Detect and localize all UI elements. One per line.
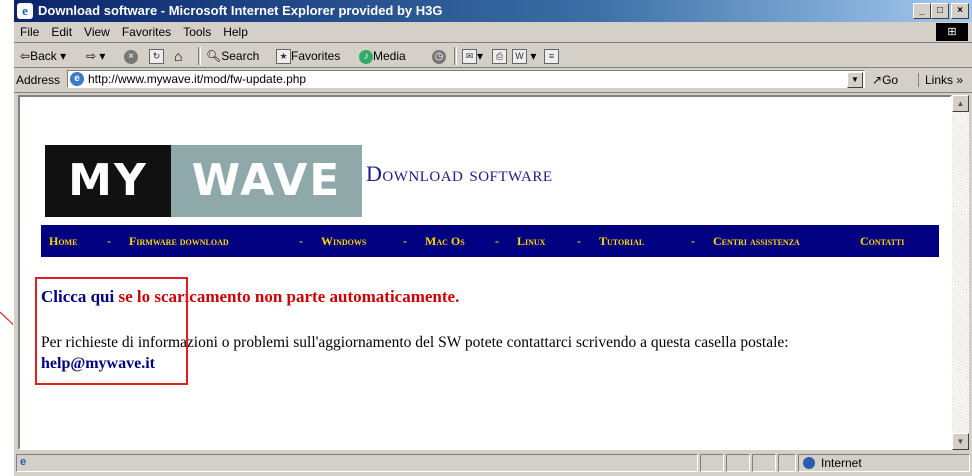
favorites-icon: ★ [276,49,291,65]
minimize-button[interactable]: _ [913,3,931,19]
links-button[interactable]: Links » [918,73,963,87]
scroll-down-icon[interactable]: ▼ [952,433,969,450]
media-button[interactable]: ♪ Media [359,47,406,65]
back-arrow-icon: ⇦ [20,49,31,63]
page-content: MY WAVE Download software Home - Firmwar… [18,95,952,450]
status-cell [778,454,796,472]
discuss-icon: ≡ [544,49,559,65]
menu-bar: File Edit View Favorites Tools Help [14,22,972,43]
title-bar: e Download software - Microsoft Internet… [14,0,972,22]
nav-windows[interactable]: Windows [321,226,366,256]
logo-my: MY [45,145,171,217]
toolbar-separator [454,47,457,65]
logo-wave: WAVE [171,145,362,217]
page-status-icon: e [20,456,27,468]
address-label: Address [16,73,61,87]
nav-firmware-download[interactable]: Firmware download [129,226,229,256]
address-bar: Address e http://www.mywave.it/mod/fw-up… [14,68,972,93]
menu-help[interactable]: Help [217,22,254,39]
nav-separator: - [299,234,303,248]
back-label: Back [30,49,57,63]
status-cell [726,454,750,472]
history-icon: ◷ [432,49,446,64]
nav-mac-os[interactable]: Mac Os [425,226,465,256]
back-button[interactable]: ⇦Back ▾ [20,47,66,65]
page-icon: e [70,72,84,86]
scroll-up-icon[interactable]: ▲ [952,95,969,112]
home-button[interactable]: ⌂ [174,47,182,65]
discuss-button[interactable]: ≡ [544,47,559,65]
page-title: Download software [366,161,553,186]
home-icon: ⌂ [174,48,183,64]
annotation-highlight-box [35,277,188,385]
edit-button[interactable]: W ▾ [512,47,536,65]
nav-separator: - [495,234,499,248]
word-icon: W [512,49,527,65]
mail-button[interactable]: ✉ ▾ [462,47,483,65]
menu-edit[interactable]: Edit [45,22,78,39]
status-cell [700,454,724,472]
zone-label: Internet [821,456,862,470]
forward-arrow-icon: ⇨ [86,49,97,63]
favorites-button[interactable]: ★ Favorites [276,47,340,65]
history-button[interactable]: ◷ [432,47,446,65]
nav-linux[interactable]: Linux [517,226,545,256]
status-text: e [16,454,698,472]
nav-home[interactable]: Home [49,226,77,256]
go-label: Go [882,73,899,87]
menu-view[interactable]: View [78,22,116,39]
ie-logo-icon: e [17,3,33,19]
address-dropdown-icon[interactable]: ▼ [847,72,863,88]
stop-button[interactable]: × [124,47,138,65]
nav-tutorial[interactable]: Tutorial [599,226,644,256]
favorites-label: Favorites [291,49,341,63]
search-button[interactable]: 🔍︎Search [206,47,259,65]
address-url: http://www.mywave.it/mod/fw-update.php [88,72,307,86]
mail-icon: ✉ [462,49,477,65]
zone-indicator: Internet [798,454,970,472]
nav-separator: - [403,234,407,248]
ie-window: e Download software - Microsoft Internet… [13,0,972,476]
status-bar: e Internet [14,452,972,476]
mywave-logo: MY WAVE [45,145,362,217]
links-label: Links [925,73,954,87]
nav-bar: Home - Firmware download - Windows - Mac… [41,225,939,257]
nav-contatti[interactable]: Contatti [860,226,904,256]
print-icon: ⎙ [492,49,507,65]
windows-flag-icon: ⊞ [936,23,968,41]
nav-separator: - [577,234,581,248]
refresh-icon: ↻ [149,49,164,65]
menu-file[interactable]: File [14,22,45,39]
nav-separator: - [107,234,111,248]
toolbar-separator [198,47,201,65]
vertical-scrollbar[interactable]: ▲ ▼ [952,95,969,450]
forward-button[interactable]: ⇨ ▾ [86,47,105,65]
menu-tools[interactable]: Tools [177,22,217,39]
refresh-button[interactable]: ↻ [149,47,164,65]
go-arrow-icon: ↗ [872,73,883,87]
close-button[interactable]: × [951,3,969,19]
nav-separator: - [691,234,695,248]
window-title: Download software - Microsoft Internet E… [38,3,443,18]
media-label: Media [373,49,406,63]
media-icon: ♪ [359,49,373,64]
nav-centri-assistenza[interactable]: Centri assistenza [713,226,800,256]
stop-icon: × [124,49,138,64]
globe-icon [803,457,815,469]
search-label: Search [221,49,260,63]
go-button[interactable]: ↗Go [872,73,898,87]
print-button[interactable]: ⎙ [492,47,507,65]
address-input[interactable]: e http://www.mywave.it/mod/fw-update.php… [67,70,865,88]
status-cell [752,454,776,472]
search-icon: 🔍︎ [206,49,222,63]
toolbar: ⇦Back ▾ ⇨ ▾ × ↻ ⌂ 🔍︎Search ★ Favorites ♪ M… [14,43,972,68]
menu-favorites[interactable]: Favorites [116,22,177,39]
maximize-button[interactable]: □ [931,3,949,19]
